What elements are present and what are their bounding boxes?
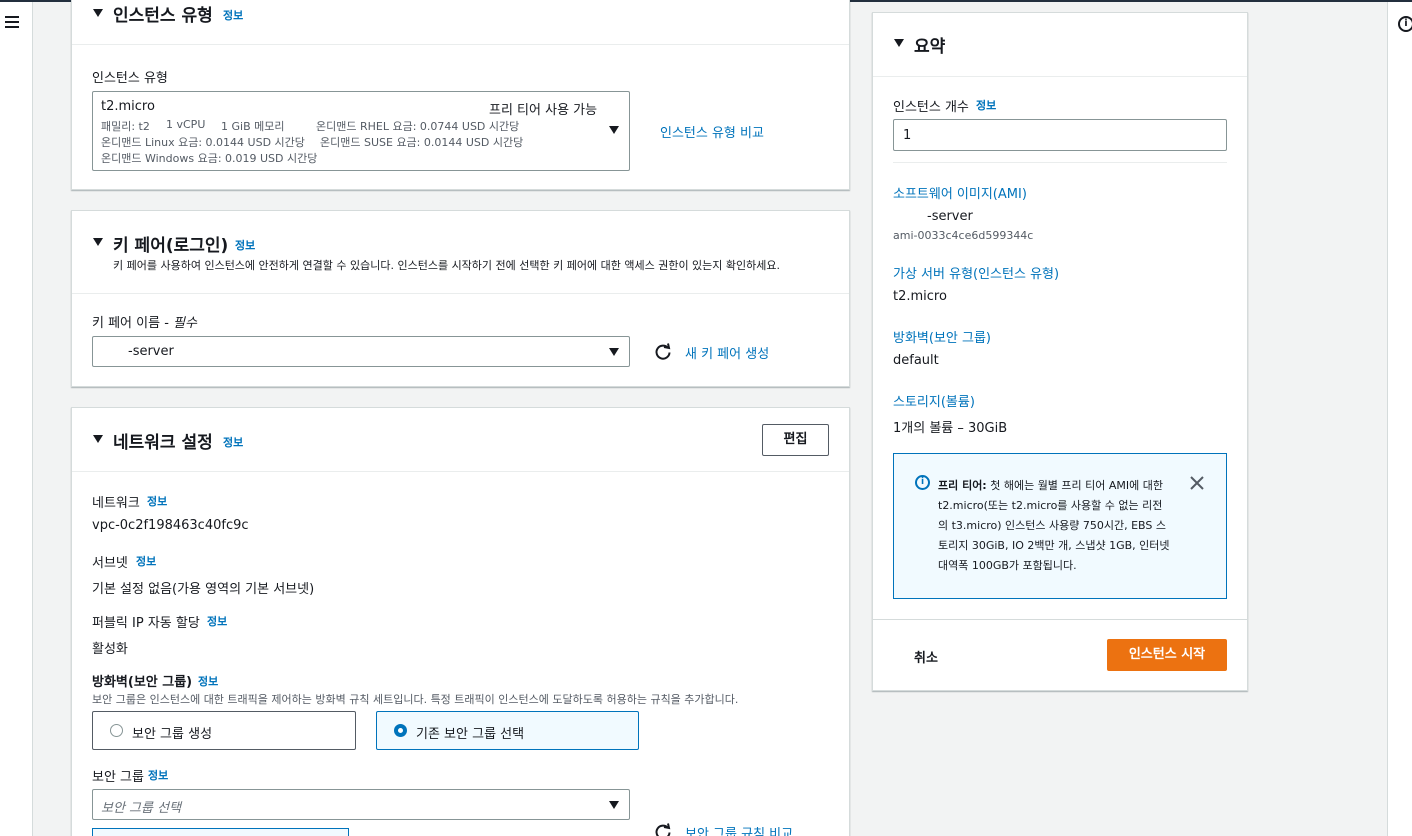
compare-security-group-rules-link[interactable]: 보안 그룹 규칙 비교 — [685, 823, 793, 836]
alert-line: t2.micro(또는 t2.micro를 사용할 수 없는 리전 — [938, 499, 1163, 512]
firewall-value: default — [893, 353, 939, 368]
section-title: 인스턴스 유형 — [113, 6, 213, 26]
radio-label: 기존 보안 그룹 선택 — [416, 727, 525, 742]
summary-title: 요약 — [914, 37, 946, 57]
storage-value: 1개의 볼륨 – 30GiB — [893, 421, 1008, 436]
info-link[interactable]: 정보 — [136, 553, 156, 569]
radio-label: 보안 그룹 생성 — [132, 727, 213, 742]
radio-existing-security-group[interactable]: 기존 보안 그룹 선택 — [376, 711, 639, 750]
compare-instance-types-link[interactable]: 인스턴스 유형 비교 — [660, 122, 764, 141]
radio-button-selected[interactable] — [394, 724, 407, 737]
key-pair-panel: 키 페어(로그인) 정보 키 페어를 사용하여 인스턴스에 안전하게 연결할 수… — [71, 210, 850, 387]
alert-line: 의 t3.micro) 인스턴스 사용량 750시간, EBS 스 — [938, 519, 1167, 532]
security-group-label: 보안 그룹 — [92, 770, 144, 785]
network-settings-panel: 네트워크 설정 정보 편집 네트워크 정보 vpc-0c2f198463c40f… — [71, 407, 850, 836]
section-title: 키 페어(로그인) — [113, 236, 229, 256]
panel-header: 요약 — [873, 13, 1247, 77]
detail-rhel: 온디맨드 RHEL 요금: 0.0744 USD 시간당 — [316, 120, 520, 133]
instance-count-input[interactable]: 1 — [893, 119, 1227, 151]
collapse-caret-icon[interactable] — [894, 39, 904, 47]
info-link[interactable]: 정보 — [223, 434, 243, 450]
panel-header: 인스턴스 유형 정보 — [72, 0, 849, 45]
collapse-caret-icon[interactable] — [93, 435, 103, 443]
right-help-rail: i — [1387, 2, 1412, 836]
subnet-value: 기본 설정 없음(가용 영역의 기본 서브넷) — [92, 582, 315, 597]
ami-name: -server — [927, 209, 973, 224]
create-key-pair-link[interactable]: 새 키 페어 생성 — [685, 343, 769, 362]
alert-line: 첫 해에는 월별 프리 티어 AMI에 대한 — [990, 479, 1164, 492]
divider — [873, 619, 1247, 620]
alert-line: 토리지 30GiB, IO 2백만 개, 스냅샷 1GB, 인터넷 — [938, 539, 1170, 552]
ami-link[interactable]: 소프트웨어 이미지(AMI) — [893, 183, 1027, 202]
public-ip-value: 활성화 — [92, 642, 128, 657]
input-value: 1 — [903, 128, 912, 143]
info-link[interactable]: 정보 — [148, 767, 168, 783]
cancel-button[interactable]: 취소 — [914, 647, 938, 666]
detail-linux: 온디맨드 Linux 요금: 0.0144 USD 시간당 — [101, 136, 305, 149]
network-label: 네트워크 — [92, 496, 140, 511]
selected-value: t2.micro — [101, 99, 155, 114]
dropdown-arrow-icon — [609, 348, 619, 356]
dropdown-arrow-icon — [609, 126, 619, 134]
detail-windows: 온디맨드 Windows 요금: 0.019 USD 시간당 — [101, 152, 318, 165]
public-ip-label: 퍼블릭 IP 자동 할당 — [92, 616, 200, 631]
alert-title: 프리 티어: — [938, 479, 987, 492]
refresh-icon[interactable] — [654, 343, 672, 361]
info-link[interactable]: 정보 — [147, 493, 167, 509]
edit-button[interactable]: 편집 — [762, 424, 829, 456]
field-label: 키 페어 이름 - 필수 — [92, 316, 197, 331]
instance-count-label: 인스턴스 개수 — [893, 100, 969, 115]
menu-icon[interactable] — [5, 16, 19, 28]
detail-vcpu: 1 vCPU — [166, 118, 206, 131]
free-tier-alert: i 프리 티어: 첫 해에는 월별 프리 티어 AMI에 대한 t2.micro… — [893, 453, 1227, 599]
field-label: 인스턴스 유형 — [92, 71, 168, 86]
detail-suse: 온디맨드 SUSE 요금: 0.0144 USD 시간당 — [320, 136, 524, 149]
firewall-description: 보안 그룹은 인스턴스에 대한 트래픽을 제어하는 방화벽 규칙 세트입니다. … — [92, 693, 739, 706]
info-link[interactable]: 정보 — [198, 673, 218, 689]
key-pair-select[interactable]: -server — [92, 336, 630, 367]
radio-button[interactable] — [110, 724, 123, 737]
info-link[interactable]: 정보 — [976, 97, 996, 113]
instance-type-panel: 인스턴스 유형 정보 인스턴스 유형 t2.micro 프리 티어 사용 가능 … — [71, 0, 850, 190]
instance-type-select[interactable]: t2.micro 프리 티어 사용 가능 패밀리: t2 1 vCPU 1 Gi… — [92, 91, 630, 171]
info-link[interactable]: 정보 — [207, 613, 227, 629]
info-link[interactable]: 정보 — [235, 237, 255, 253]
section-description: 키 페어를 사용하여 인스턴스에 안전하게 연결할 수 있습니다. 인스턴스를 … — [113, 259, 781, 272]
ami-id: ami-0033c4ce6d599344c — [893, 229, 1034, 242]
info-icon: i — [915, 475, 930, 490]
refresh-icon[interactable] — [654, 823, 672, 836]
network-value: vpc-0c2f198463c40fc9c — [92, 518, 249, 533]
free-tier-badge: 프리 티어 사용 가능 — [489, 103, 598, 118]
summary-panel: 요약 인스턴스 개수 정보 1 소프트웨어 이미지(AMI) -server a… — [872, 12, 1248, 691]
storage-link[interactable]: 스토리지(볼륨) — [893, 391, 975, 410]
detail-memory: 1 GiB 메모리 — [221, 120, 285, 133]
section-title: 네트워크 설정 — [113, 433, 213, 453]
select-placeholder: 보안 그룹 선택 — [101, 801, 182, 816]
close-icon[interactable] — [1190, 476, 1204, 490]
security-group-select[interactable]: 보안 그룹 선택 — [92, 789, 630, 820]
radio-create-security-group[interactable]: 보안 그룹 생성 — [92, 711, 356, 750]
selected-group-token — [92, 828, 349, 836]
required-marker: 필수 — [173, 316, 197, 331]
collapse-caret-icon[interactable] — [93, 238, 103, 246]
divider — [893, 162, 1227, 163]
collapse-caret-icon[interactable] — [93, 9, 103, 17]
server-type-link[interactable]: 가상 서버 유형(인스턴스 유형) — [893, 263, 1059, 282]
panel-header: 네트워크 설정 정보 편집 — [72, 408, 849, 472]
server-type-value: t2.micro — [893, 289, 947, 304]
selected-value: -server — [128, 344, 174, 359]
firewall-label: 방화벽(보안 그룹) — [92, 675, 193, 690]
left-nav-rail — [0, 2, 33, 836]
subnet-label: 서브넷 — [92, 556, 128, 571]
launch-instance-button[interactable]: 인스턴스 시작 — [1107, 639, 1227, 671]
panel-header: 키 페어(로그인) 정보 키 페어를 사용하여 인스턴스에 안전하게 연결할 수… — [72, 211, 849, 294]
info-icon[interactable]: i — [1398, 16, 1412, 32]
alert-line: 대역폭 100GB가 포함됩니다. — [938, 559, 1077, 572]
detail-family: 패밀리: t2 — [101, 120, 150, 133]
firewall-link[interactable]: 방화벽(보안 그룹) — [893, 327, 991, 346]
info-link[interactable]: 정보 — [223, 7, 243, 23]
dropdown-arrow-icon — [609, 801, 619, 809]
